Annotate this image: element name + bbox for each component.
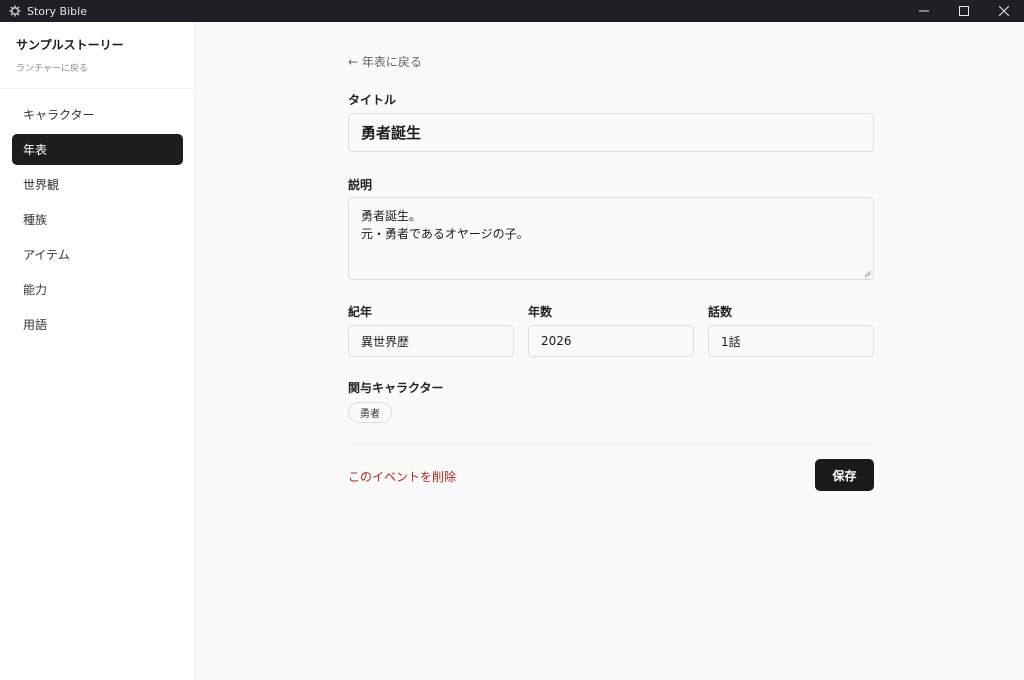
window-title: Story Bible <box>27 4 87 18</box>
description-label: 説明 <box>348 178 373 192</box>
description-textarea[interactable]: 勇者誕生。 元・勇者であるオヤージの子。 <box>348 197 874 280</box>
gear-app-icon <box>9 5 21 17</box>
maximize-button[interactable] <box>944 0 984 22</box>
sidebar-item-timeline[interactable]: 年表 <box>12 134 183 165</box>
sidebar: サンプルストーリー ランチャーに戻る キャラクター 年表 世界観 種族 アイテム… <box>0 22 196 680</box>
window-controls <box>904 0 1024 22</box>
back-to-timeline-link[interactable]: ← 年表に戻る <box>348 53 422 70</box>
episode-label: 話数 <box>708 305 733 319</box>
sidebar-header: サンプルストーリー ランチャーに戻る <box>0 22 195 89</box>
title-label: タイトル <box>348 93 397 107</box>
save-button[interactable]: 保存 <box>815 459 874 491</box>
sidebar-item-abilities[interactable]: 能力 <box>12 274 183 305</box>
year-input[interactable]: 2026 <box>528 325 694 357</box>
minimize-button[interactable] <box>904 0 944 22</box>
project-name: サンプルストーリー <box>16 38 124 52</box>
era-input[interactable]: 異世界歴 <box>348 325 514 357</box>
character-chip[interactable]: 勇者 <box>348 402 392 423</box>
sidebar-item-terms[interactable]: 用語 <box>12 309 183 340</box>
back-to-launcher-link[interactable]: ランチャーに戻る <box>16 61 88 74</box>
sidebar-item-characters[interactable]: キャラクター <box>12 99 183 130</box>
year-label: 年数 <box>528 305 553 319</box>
maximize-icon <box>959 6 969 16</box>
sidebar-item-worldview[interactable]: 世界観 <box>12 169 183 200</box>
divider <box>348 444 874 445</box>
delete-event-button[interactable]: このイベントを削除 <box>348 468 456 485</box>
close-button[interactable] <box>984 0 1024 22</box>
episode-input[interactable]: 1話 <box>708 325 874 357</box>
description-text: 勇者誕生。 元・勇者であるオヤージの子。 <box>361 209 529 241</box>
sidebar-item-items[interactable]: アイテム <box>12 239 183 270</box>
resize-grip-icon[interactable] <box>864 270 871 277</box>
sidebar-item-races[interactable]: 種族 <box>12 204 183 235</box>
window-titlebar: Story Bible <box>0 0 1024 22</box>
characters-label: 関与キャラクター <box>348 381 444 395</box>
minimize-icon <box>919 10 929 12</box>
close-icon <box>999 6 1009 16</box>
era-label: 紀年 <box>348 305 373 319</box>
sidebar-nav: キャラクター 年表 世界観 種族 アイテム 能力 用語 <box>0 89 195 340</box>
title-input[interactable]: 勇者誕生 <box>348 113 874 152</box>
